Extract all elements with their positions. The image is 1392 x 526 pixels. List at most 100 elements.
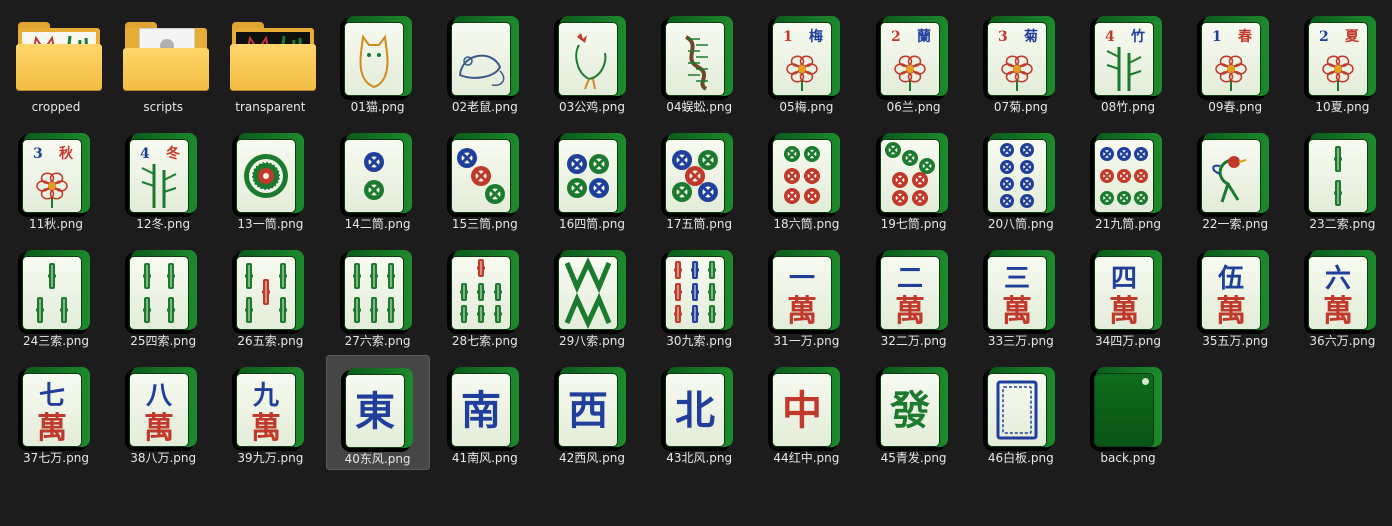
file-item[interactable]: 東 40东风.png	[325, 355, 430, 470]
file-item[interactable]: 23二索.png	[1290, 121, 1392, 236]
file-item[interactable]: 1 春 09春.png	[1183, 4, 1287, 119]
thumbnail: 1 梅	[754, 6, 858, 100]
thumbnail	[111, 240, 215, 334]
file-item[interactable]: 七 萬 37七万.png	[4, 355, 108, 470]
file-item[interactable]: 中 44红中.png	[754, 355, 858, 470]
file-item[interactable]: 22一索.png	[1183, 121, 1287, 236]
thumbnail: 九 萬	[218, 357, 322, 451]
folder-item[interactable]: scripts	[111, 4, 215, 119]
file-item[interactable]: 15三筒.png	[433, 121, 537, 236]
mahjong-tile-icon: 三 萬	[982, 250, 1059, 334]
file-item[interactable]: back.png	[1076, 355, 1180, 470]
svg-text:二: 二	[897, 264, 923, 294]
folder-icon	[230, 22, 317, 92]
file-item[interactable]: 3 秋 11秋.png	[4, 121, 108, 236]
file-item[interactable]: 26五索.png	[218, 238, 322, 353]
file-item[interactable]: 20八筒.png	[969, 121, 1073, 236]
file-item[interactable]: 24三索.png	[4, 238, 108, 353]
mahjong-tile-icon: 4 冬	[125, 133, 201, 217]
file-item[interactable]: 北 43北风.png	[647, 355, 751, 470]
thumbnail	[540, 6, 644, 100]
thumbnail: 3 秋	[4, 123, 108, 217]
file-item[interactable]: 三 萬 33三万.png	[969, 238, 1073, 353]
svg-text:七: 七	[39, 381, 65, 411]
file-item[interactable]: 六 萬 36六万.png	[1290, 238, 1392, 353]
mahjong-tile-icon: 伍 萬	[1197, 250, 1273, 334]
mahjong-tile-icon	[661, 16, 737, 100]
file-item[interactable]: 2 夏 10夏.png	[1290, 4, 1392, 119]
file-item[interactable]: 18六筒.png	[754, 121, 858, 236]
svg-text:4: 4	[1105, 29, 1115, 45]
folder-item[interactable]: transparent	[218, 4, 322, 119]
file-name: 43北风.png	[666, 451, 733, 465]
file-item[interactable]: 四 萬 34四万.png	[1076, 238, 1180, 353]
file-item[interactable]: 4 冬 12冬.png	[111, 121, 215, 236]
file-item[interactable]: 伍 萬 35五万.png	[1183, 238, 1287, 353]
mahjong-tile-icon	[339, 16, 416, 100]
file-item[interactable]: 西 42西风.png	[540, 355, 644, 470]
mahjong-tile-icon	[554, 16, 630, 100]
mahjong-tile-icon	[339, 250, 416, 334]
file-name: 36六万.png	[1309, 334, 1376, 348]
thumbnail	[326, 6, 430, 100]
file-item[interactable]: 28七索.png	[433, 238, 537, 353]
file-item[interactable]: 八 萬 38八万.png	[111, 355, 215, 470]
folder-item[interactable]: cropped	[4, 4, 108, 119]
thumbnail	[540, 123, 644, 217]
svg-text:三: 三	[1004, 264, 1030, 294]
file-item[interactable]: 27六索.png	[326, 238, 430, 353]
file-item[interactable]: 21九筒.png	[1076, 121, 1180, 236]
file-item[interactable]: 4 竹 08竹.png	[1076, 4, 1180, 119]
file-item[interactable]: 04蜈蚣.png	[647, 4, 751, 119]
file-item[interactable]: 16四筒.png	[540, 121, 644, 236]
file-item[interactable]: 一 萬 31一万.png	[754, 238, 858, 353]
file-item[interactable]: 14二筒.png	[326, 121, 430, 236]
file-item[interactable]: 3 菊 07菊.png	[969, 4, 1073, 119]
file-item[interactable]: 02老鼠.png	[433, 4, 537, 119]
thumbnail: 中	[754, 357, 858, 451]
file-item[interactable]: 01猫.png	[326, 4, 430, 119]
thumbnail	[1290, 123, 1392, 217]
thumbnail	[1076, 357, 1180, 451]
thumbnail	[1183, 123, 1287, 217]
svg-text:萬: 萬	[1216, 294, 1246, 329]
file-name: 41南风.png	[451, 451, 518, 465]
file-name: 46白板.png	[987, 451, 1054, 465]
file-name: 12冬.png	[136, 217, 191, 231]
file-name: 11秋.png	[29, 217, 83, 231]
file-name: 33三万.png	[987, 334, 1054, 348]
file-item[interactable]: 17五筒.png	[647, 121, 751, 236]
file-name: 06兰.png	[886, 100, 941, 114]
thumbnail	[969, 123, 1073, 217]
svg-text:北: 北	[675, 387, 715, 434]
file-item[interactable]: 29八索.png	[540, 238, 644, 353]
thumbnail: 北	[647, 357, 751, 451]
mahjong-tile-icon	[768, 133, 844, 217]
thumbnail	[218, 123, 322, 217]
file-name: 19七筒.png	[880, 217, 947, 231]
file-item[interactable]: 03公鸡.png	[540, 4, 644, 119]
svg-text:3: 3	[33, 146, 43, 162]
thumbnail: 2 蘭	[862, 6, 966, 100]
file-item[interactable]: 46白板.png	[969, 355, 1073, 470]
file-item[interactable]: 二 萬 32二万.png	[862, 238, 966, 353]
file-item[interactable]: 南 41南风.png	[433, 355, 537, 470]
thumbnail: 1 春	[1183, 6, 1287, 100]
file-item[interactable]: 發 45青发.png	[862, 355, 966, 470]
svg-text:萬: 萬	[1109, 294, 1139, 329]
file-item[interactable]: 25四索.png	[111, 238, 215, 353]
file-name: 04蜈蚣.png	[666, 100, 733, 114]
mahjong-tile-icon	[982, 367, 1059, 451]
file-item[interactable]: 2 蘭 06兰.png	[862, 4, 966, 119]
file-item[interactable]: 13一筒.png	[218, 121, 322, 236]
file-item[interactable]: 30九索.png	[647, 238, 751, 353]
file-item[interactable]: 1 梅 05梅.png	[754, 4, 858, 119]
thumbnail	[433, 6, 537, 100]
file-item[interactable]: 九 萬 39九万.png	[218, 355, 322, 470]
file-name: 22一索.png	[1202, 217, 1269, 231]
mahjong-tile-icon	[446, 16, 523, 100]
file-item[interactable]: 19七筒.png	[862, 121, 966, 236]
mahjong-tile-icon	[875, 133, 952, 217]
mahjong-tile-icon	[1090, 133, 1166, 217]
svg-text:菊: 菊	[1024, 28, 1038, 45]
